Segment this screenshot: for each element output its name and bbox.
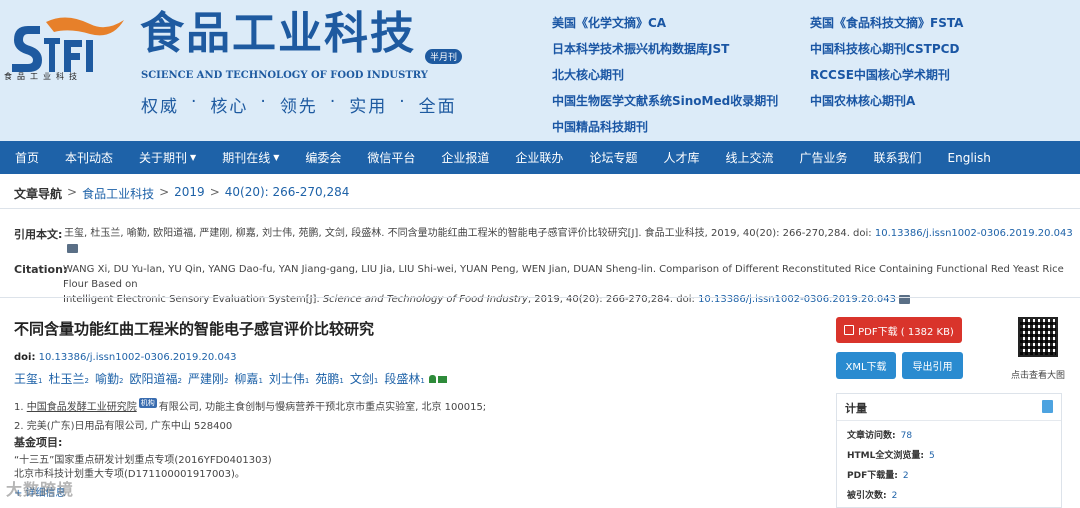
cite-en-doi-link[interactable]: 10.13386/j.issn1002-0306.2019.20.043 xyxy=(698,294,896,305)
stat-row: HTML全文浏览量: 5 xyxy=(847,451,935,461)
caret-down-icon: ▼ xyxy=(273,153,280,162)
cite-en-label: Citation: xyxy=(14,263,68,276)
breadcrumb-label: 文章导航 xyxy=(14,187,63,201)
index-item: 中国科技核心期刊CSTPCD xyxy=(810,42,960,56)
cite-cn-text: 王玺, 杜玉兰, 喻勤, 欧阳道福, 严建刚, 柳嘉, 刘士伟, 苑鹏, 文剑,… xyxy=(64,226,1074,256)
stat-row: 文章访问数: 78 xyxy=(847,431,913,441)
article-doi: doi: 10.13386/j.issn1002-0306.2019.20.04… xyxy=(14,352,237,363)
nav-item-ads[interactable]: 广告业务 xyxy=(799,149,847,166)
nav-item-board[interactable]: 编委会 xyxy=(305,149,341,166)
pdf-icon xyxy=(844,325,855,335)
index-item: 英国《食品科技文摘》FSTA xyxy=(810,16,964,30)
pdf-download-button[interactable]: PDF下载 ( 1382 KB) xyxy=(836,317,962,343)
metrics-panel: 计量 文章访问数: 78 HTML全文浏览量: 5 PDF下载量: 2 被引次数: 2 xyxy=(836,393,1062,508)
copy-citation-icon[interactable] xyxy=(67,243,78,253)
author-link[interactable]: 杜玉兰 xyxy=(48,370,84,387)
institution-tag: 机构 xyxy=(138,398,157,408)
index-item: 中国精品科技期刊 xyxy=(552,120,649,134)
author-link[interactable]: 段盛林 xyxy=(384,370,420,387)
fund-label: 基金项目: xyxy=(14,436,63,449)
author-link[interactable]: 王玺 xyxy=(14,370,38,387)
fund-item: “十三五”国家重点研发计划重点专项(2016YFD0401303) xyxy=(14,455,272,466)
nav-item-english[interactable]: English xyxy=(948,151,991,165)
slogan-word: 领先 xyxy=(279,97,318,117)
semi-monthly-badge: 半月刊 xyxy=(425,49,463,64)
copy-citation-icon[interactable] xyxy=(898,294,910,304)
caret-down-icon: ▼ xyxy=(190,153,197,162)
author-link[interactable]: 刘士伟 xyxy=(269,370,305,387)
author-link[interactable]: 严建刚 xyxy=(188,370,224,387)
slogan: 权威 · 核心 · 领先 · 实用 · 全面 xyxy=(141,92,457,117)
index-item: 美国《化学文摘》CA xyxy=(552,16,667,30)
slogan-word: 全面 xyxy=(418,97,457,117)
affiliation-1: 1. 中国食品发酵工业研究院 机构 有限公司, 功能主食创制与慢病营养干预北京市重点… xyxy=(14,398,487,413)
breadcrumb-journal[interactable]: 食品工业科技 xyxy=(82,185,154,202)
author-link[interactable]: 喻勤 xyxy=(95,370,119,387)
author-link[interactable]: 苑鹏 xyxy=(315,370,339,387)
divider xyxy=(0,297,1080,298)
index-item: 中国农林核心期刊A xyxy=(810,94,916,108)
qr-code-icon[interactable] xyxy=(1018,317,1058,357)
export-citation-button[interactable]: 导出引用 xyxy=(902,352,963,379)
slogan-word: 权威 xyxy=(141,97,179,117)
main-nav: 首页 本刊动态 关于期刊 ▼ 期刊在线 ▼ 编委会 微信平台 企业报道 企业联办 论… xyxy=(0,141,1080,174)
journal-title-en: SCIENCE AND TECHNOLOGY OF FOOD INDUSTRY xyxy=(141,70,428,81)
index-item: 日本科学技术振兴机构数据库JST xyxy=(552,42,730,56)
nav-item-online-exchange[interactable]: 线上交流 xyxy=(725,149,773,166)
breadcrumb-issue[interactable]: 40(20): 266-270,284 xyxy=(225,185,350,202)
nav-item-forum[interactable]: 论坛专题 xyxy=(589,149,637,166)
index-item: 中国生物医学文献系统SinoMed收录期刊 xyxy=(552,94,779,108)
cite-en-text: WANG Xi, DU Yu-lan, YU Qin, YANG Dao-fu,… xyxy=(63,264,1064,305)
slogan-word: 核心 xyxy=(210,97,249,117)
xml-download-button[interactable]: XML下载 xyxy=(836,352,896,379)
nav-item-online[interactable]: 期刊在线 ▼ xyxy=(222,149,279,166)
nav-item-news[interactable]: 本刊动态 xyxy=(65,149,113,166)
author-link[interactable]: 欧阳道福 xyxy=(129,370,177,387)
institution-link[interactable]: 中国食品发酵工业研究院 xyxy=(27,402,137,413)
nav-item-about[interactable]: 关于期刊 ▼ xyxy=(139,149,196,166)
author-link[interactable]: 柳嘉 xyxy=(234,370,258,387)
cite-cn-doi-link[interactable]: 10.13386/j.issn1002-0306.2019.20.043 xyxy=(875,228,1073,239)
document-icon xyxy=(1042,400,1053,413)
breadcrumb: 文章导航 > 食品工业科技 > 2019 > 40(20): 266-270,2… xyxy=(14,185,350,202)
cite-cn-label: 引用本文: xyxy=(14,228,63,241)
site-header: 食品工业科技 食品工业科技 半月刊 SCIENCE AND TECHNOLOGY… xyxy=(0,0,1080,141)
stat-row: 被引次数: 2 xyxy=(847,491,898,501)
person-icon[interactable] xyxy=(428,375,436,383)
logo-subtitle: 食品工业科技 xyxy=(4,72,82,81)
affiliation-2: 2. 完美(广东)日用品有限公司, 广东中山 528400 xyxy=(14,421,233,432)
nav-item-contact[interactable]: 联系我们 xyxy=(874,149,922,166)
author-list: 王玺 1 杜玉兰 2 喻勤 2 欧阳道福 2 严建刚 2 柳嘉 1 刘士伟 1 苑鹏 1 文剑 1… xyxy=(14,370,447,387)
mail-icon[interactable] xyxy=(437,376,447,383)
journal-title-cn: 食品工业科技 xyxy=(140,8,416,59)
nav-item-talent[interactable]: 人才库 xyxy=(663,149,699,166)
article-title: 不同含量功能红曲工程米的智能电子感官评价比较研究 xyxy=(14,320,375,338)
index-item: 北大核心期刊 xyxy=(552,68,625,82)
qr-caption[interactable]: 点击查看大图 xyxy=(1011,368,1065,381)
breadcrumb-year[interactable]: 2019 xyxy=(174,185,205,202)
nav-item-enterprise-news[interactable]: 企业报道 xyxy=(441,149,489,166)
divider xyxy=(0,208,1080,209)
stat-row: PDF下载量: 2 xyxy=(847,471,909,481)
watermark: 大数跨境 xyxy=(6,480,75,499)
nav-item-home[interactable]: 首页 xyxy=(15,149,39,166)
nav-item-wechat[interactable]: 微信平台 xyxy=(367,149,415,166)
index-item: RCCSE中国核心学术期刊 xyxy=(810,68,950,82)
article-doi-link[interactable]: 10.13386/j.issn1002-0306.2019.20.043 xyxy=(39,352,237,363)
nav-item-enterprise-coop[interactable]: 企业联办 xyxy=(515,149,563,166)
author-link[interactable]: 文剑 xyxy=(350,370,374,387)
slogan-word: 实用 xyxy=(349,97,388,117)
metrics-title: 计量 xyxy=(845,402,867,415)
